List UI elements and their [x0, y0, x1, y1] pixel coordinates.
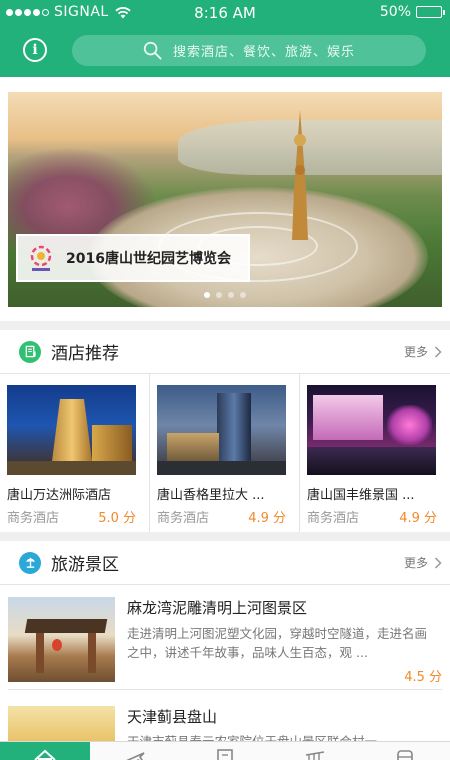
- train-icon: [305, 751, 325, 760]
- hotel-photo: [307, 385, 436, 475]
- hotel-ground-lights: [7, 461, 136, 475]
- scenic-list-item[interactable]: 天津蓟县盘山 天津市蓟县春元农家院位于盘山景区联合村一...: [0, 690, 450, 741]
- hotel-building: [167, 433, 219, 463]
- building-icon: [217, 749, 233, 760]
- hotel-card[interactable]: 唐山国丰维景国 ... 商务酒店 4.9 分: [300, 374, 450, 532]
- gate-roof: [24, 619, 108, 633]
- hotel-name: 唐山香格里拉大 ...: [157, 488, 265, 503]
- section-gap: [0, 321, 450, 330]
- bus-icon: [397, 750, 413, 760]
- hotels-more-link[interactable]: 更多: [404, 343, 442, 360]
- search-placeholder: 搜索酒店、餐饮、旅游、娱乐: [172, 45, 355, 60]
- hotel-ground-lights: [307, 447, 436, 475]
- carousel-dot[interactable]: [240, 292, 246, 298]
- hotel-type: 商务酒店: [307, 511, 360, 526]
- battery-icon: [416, 6, 445, 18]
- banner-tower-sculpture: [292, 110, 308, 240]
- hotel-ground-lights: [157, 461, 286, 475]
- banner-caption: 2016唐山世纪园艺博览会: [16, 234, 250, 282]
- hotels-section-title: 酒店推荐: [51, 344, 119, 364]
- hotel-photo: [157, 385, 286, 475]
- chevron-right-icon: [434, 345, 442, 358]
- hotel-score: 4.9 分: [248, 511, 286, 526]
- scenic-section-icon: [19, 551, 41, 574]
- tab-hotels[interactable]: [180, 742, 270, 760]
- gate-pillar: [88, 633, 96, 673]
- battery-percent: 50%: [379, 4, 411, 20]
- hotel-building: [313, 395, 383, 440]
- search-input[interactable]: 搜索酒店、餐饮、旅游、娱乐: [72, 35, 426, 66]
- carousel-dot[interactable]: [228, 292, 234, 298]
- scenic-more-link[interactable]: 更多: [404, 554, 442, 571]
- scenic-score: 4.5 分: [404, 670, 442, 685]
- tab-home[interactable]: [0, 742, 90, 760]
- banner-carousel[interactable]: 2016唐山世纪园艺博览会: [8, 92, 442, 307]
- hotel-card[interactable]: 唐山万达洲际酒店 商务酒店 5.0 分: [0, 374, 150, 532]
- hotel-card[interactable]: 唐山香格里拉大 ... 商务酒店 4.9 分: [150, 374, 300, 532]
- tab-flights[interactable]: [90, 742, 180, 760]
- scenic-list-item[interactable]: 麻龙湾泥雕清明上河图景区 走进清明上河图泥塑文化园，穿越时空隧道，走进名画之中，…: [0, 586, 450, 689]
- section-gap: [0, 532, 450, 541]
- hotel-name: 唐山万达洲际酒店: [7, 488, 112, 503]
- gate-pillar: [36, 633, 44, 673]
- hotel-building: [52, 399, 92, 461]
- fountain-light: [387, 405, 432, 445]
- chevron-right-icon: [434, 556, 442, 569]
- hotel-building: [217, 393, 251, 463]
- battery-area: 50%: [379, 4, 445, 20]
- scenic-section-title: 旅游景区: [51, 555, 119, 575]
- hotels-section-header: 酒店推荐 更多: [0, 330, 450, 374]
- search-icon: [143, 41, 162, 60]
- app-header: SIGNAL 8:16 AM 50% i 搜索酒店、餐饮、旅游、娱乐: [0, 0, 450, 77]
- more-label: 更多: [403, 556, 428, 570]
- hotel-score: 4.9 分: [399, 511, 437, 526]
- banner-lake: [178, 120, 442, 175]
- carousel-indicator: [8, 292, 442, 298]
- scenic-title: 天津蓟县盘山: [127, 708, 218, 726]
- banner-title: 2016唐山世纪园艺博览会: [66, 251, 231, 267]
- hotel-building: [92, 425, 132, 461]
- hotel-photo: [7, 385, 136, 475]
- home-icon: [34, 749, 56, 760]
- info-button[interactable]: i: [23, 38, 47, 62]
- scenic-description: 走进清明上河图泥塑文化园，穿越时空隧道，走进名画之中，讲述千年故事，品味人生百态…: [127, 626, 428, 660]
- scenic-photo: [8, 706, 115, 741]
- scenic-section-header: 旅游景区 更多: [0, 541, 450, 585]
- hotel-type: 商务酒店: [7, 511, 60, 526]
- tab-bus[interactable]: [360, 742, 450, 760]
- status-bar: SIGNAL 8:16 AM 50%: [0, 0, 450, 26]
- bottom-tab-bar: [0, 741, 450, 760]
- expo-logo-icon: [30, 245, 52, 271]
- carousel-dot[interactable]: [204, 292, 210, 298]
- hotel-type: 商务酒店: [157, 511, 210, 526]
- hotel-name: 唐山国丰维景国 ...: [307, 488, 415, 503]
- scenic-title: 麻龙湾泥雕清明上河图景区: [127, 599, 308, 617]
- hotel-section-icon: [19, 340, 41, 363]
- hotel-list: 唐山万达洲际酒店 商务酒店 5.0 分 唐山香格里拉大 ... 商务酒店 4.9…: [0, 374, 450, 532]
- lantern: [52, 639, 62, 651]
- scenic-description: 天津市蓟县春元农家院位于盘山景区联合村一...: [127, 732, 432, 741]
- tab-train[interactable]: [270, 742, 360, 760]
- more-label: 更多: [403, 345, 428, 359]
- scenic-photo: [8, 597, 115, 682]
- plane-icon: [126, 752, 145, 760]
- hotel-score: 5.0 分: [98, 511, 136, 526]
- carousel-dot[interactable]: [216, 292, 222, 298]
